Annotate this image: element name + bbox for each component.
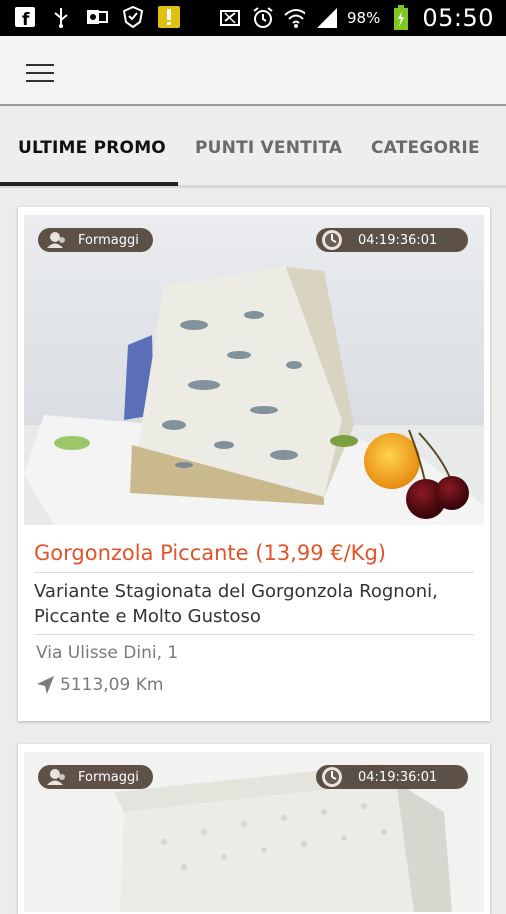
tab-categorie[interactable]: CATEGORIE (371, 138, 480, 158)
user-icon (47, 232, 65, 248)
category-label: Formaggi (78, 769, 139, 785)
countdown-badge: 04:19:36:01 (316, 765, 468, 789)
promo-card[interactable]: Formaggi 04:19:36:01 (18, 744, 490, 914)
product-photo: Formaggi 04:19:36:01 (24, 215, 484, 525)
menu-icon[interactable] (26, 64, 54, 84)
category-label: Formaggi (78, 232, 139, 248)
distance-value: 5113,09 Km (60, 675, 164, 695)
countdown-badge: 04:19:36:01 (316, 228, 468, 252)
divider (34, 572, 474, 573)
alarm-icon (251, 7, 273, 29)
promo-title: Gorgonzola Piccante (13,99 €/Kg) (34, 541, 386, 565)
outlook-icon (86, 6, 108, 28)
divider (34, 634, 474, 635)
promo-description: Variante Stagionata del Gorgonzola Rogno… (34, 581, 438, 627)
svg-text:f: f (22, 10, 30, 27)
tab-bar: ULTIME PROMO PUNTI VENTITA CATEGORIE (0, 108, 506, 188)
promo-card[interactable]: Formaggi 04:19:36:01 Gorgonzola Piccante… (18, 207, 490, 721)
wifi-icon (283, 7, 305, 29)
timer-icon (322, 767, 342, 787)
facebook-icon: f (14, 6, 36, 28)
status-bar: f 98% 05:50 (0, 0, 506, 36)
shield-icon (122, 6, 144, 28)
distance-row: 5113,09 Km (36, 675, 163, 695)
user-icon (47, 769, 65, 785)
store-address: Via Ulisse Dini, 1 (36, 643, 179, 663)
category-badge: Formaggi (38, 765, 153, 789)
tab-ultime-promo[interactable]: ULTIME PROMO (18, 138, 166, 158)
countdown-value: 04:19:36:01 (358, 769, 438, 785)
category-badge: Formaggi (38, 228, 153, 252)
active-tab-indicator (0, 182, 178, 186)
battery-charging-icon (390, 5, 412, 30)
signal-icon (315, 7, 337, 29)
usb-icon (50, 6, 72, 28)
battery-percent: 98% (346, 9, 381, 27)
nfc-icon (219, 7, 241, 29)
timer-icon (322, 230, 342, 250)
location-arrow-icon (37, 676, 54, 694)
tab-punti-vendita[interactable]: PUNTI VENTITA (195, 138, 342, 158)
product-photo: Formaggi 04:19:36:01 (24, 752, 484, 912)
warning-icon (158, 6, 180, 28)
countdown-value: 04:19:36:01 (358, 232, 438, 248)
app-bar (0, 36, 506, 106)
clock: 05:50 (422, 4, 494, 32)
